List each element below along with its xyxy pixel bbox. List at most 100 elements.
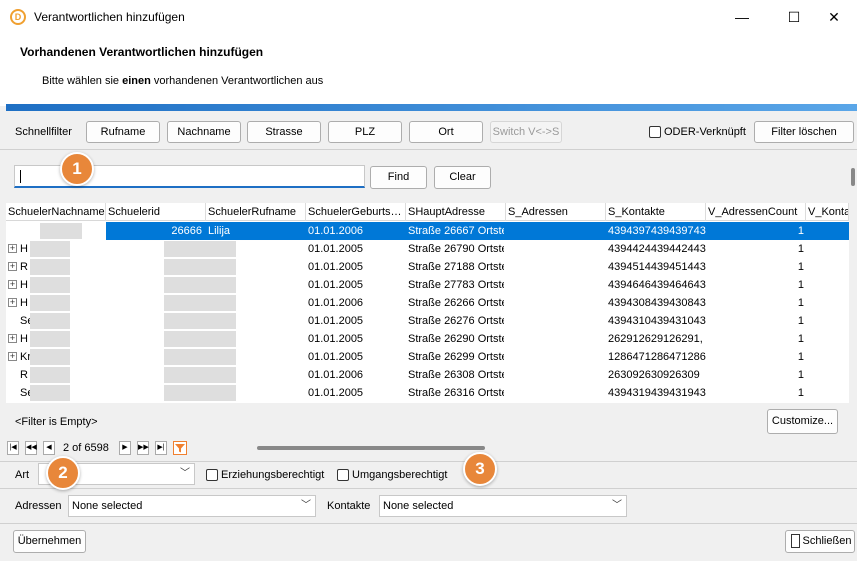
expand-row-icon[interactable]: +: [8, 334, 17, 343]
redacted-id-rufname: [164, 277, 236, 293]
chevron-down-icon: ﹀: [612, 500, 622, 511]
pager-prev-icon[interactable]: ◀: [43, 441, 55, 455]
table-row[interactable]: R 01.01.2006 Straße 26308 Ortste 2630926309…: [6, 366, 849, 384]
kontakte-label: Kontakte: [327, 500, 371, 512]
cell-cnt: 1: [797, 261, 804, 273]
table-row[interactable]: + H 01.01.2005 Straße 27783 Ortste 439464643…: [6, 276, 849, 294]
filter-nachname-button[interactable]: Nachname: [167, 121, 241, 143]
cell-geb: 01.01.2005: [308, 243, 364, 255]
col-header-kontakte[interactable]: S_Kontakte: [606, 203, 706, 221]
header-accent-band: [6, 104, 857, 111]
art-label: Art: [15, 469, 30, 481]
quickfilter-bar: Schnellfilter Rufname Nachname Strasse P…: [0, 112, 857, 150]
cell-adr: Straße 26299 Ortste: [408, 351, 504, 363]
find-button[interactable]: Find: [370, 166, 427, 189]
table-row[interactable]: Se 01.01.2005 Straße 26316 Ortste 439431943…: [6, 384, 849, 402]
col-header-vkontakte[interactable]: V_Konta: [806, 203, 849, 221]
col-header-adressencount[interactable]: V_AdressenCount: [706, 203, 806, 221]
expand-row-icon[interactable]: +: [8, 298, 17, 307]
filter-ort-button[interactable]: Ort: [409, 121, 483, 143]
redacted-id-rufname: [164, 295, 236, 311]
kontakte-combobox[interactable]: None selected ﹀: [379, 495, 627, 517]
table-row[interactable]: + H 01.01.2005 Straße 26290 Ortste 262912629…: [6, 330, 849, 348]
cell-sadr: [508, 222, 604, 240]
col-header-hauptadresse[interactable]: SHauptAdresse: [406, 203, 506, 221]
cell-adr: Straße 26266 Ortste: [408, 297, 504, 309]
filter-strasse-button[interactable]: Strasse: [247, 121, 321, 143]
col-header-adressen[interactable]: S_Adressen: [506, 203, 606, 221]
vertical-scrollbar[interactable]: [851, 168, 855, 186]
cell-geb: 01.01.2005: [308, 351, 364, 363]
redacted-name: [30, 367, 70, 383]
filter-funnel-icon[interactable]: [173, 441, 187, 455]
expand-row-icon[interactable]: +: [8, 280, 17, 289]
cell-sadr: [508, 330, 604, 348]
cell-geb: 01.01.2006: [308, 297, 364, 309]
table-row[interactable]: + R 01.01.2005 Straße 27188 Ortste 439451443…: [6, 258, 849, 276]
erziehungsberechtigt-checkbox[interactable]: [206, 469, 218, 481]
filter-rufname-button[interactable]: Rufname: [86, 121, 160, 143]
cell-cnt: 1: [797, 369, 804, 381]
cell-ruf: Lilija: [208, 225, 231, 237]
close-button[interactable]: ✕: [811, 0, 857, 34]
redacted-name: [30, 385, 70, 401]
subtitle-pre: Bitte wählen sie: [42, 75, 123, 87]
cell-adr: Straße 26290 Ortste: [408, 333, 504, 345]
step-badge-1: 1: [60, 152, 94, 186]
expand-row-icon[interactable]: +: [8, 352, 17, 361]
redacted-name: [40, 223, 82, 239]
col-header-nachname[interactable]: SchuelerNachname: [6, 203, 106, 221]
col-header-geburtsdatum[interactable]: SchuelerGeburts…: [306, 203, 406, 221]
redacted-name: [30, 349, 70, 365]
filter-plz-button[interactable]: PLZ: [328, 121, 402, 143]
horizontal-scrollbar[interactable]: [257, 446, 485, 450]
pager-next-icon[interactable]: ▶: [119, 441, 131, 455]
cell-kont: 262912629126291,: [608, 333, 703, 345]
pager-prev-page-icon[interactable]: ◀◀: [25, 441, 37, 455]
window-title: Verantwortlichen hinzufügen: [34, 10, 185, 24]
cell-geb: 01.01.2006: [308, 225, 364, 237]
customize-button[interactable]: Customize...: [767, 409, 838, 434]
schliessen-button[interactable]: Schließen: [785, 530, 855, 553]
table-row[interactable]: Se 01.01.2005 Straße 26276 Ortste 439431043…: [6, 312, 849, 330]
redacted-name: [30, 277, 70, 293]
redacted-id-rufname: [164, 331, 236, 347]
cell-kont: 263092630926309: [608, 369, 700, 381]
table-header: SchuelerNachname Schuelerid SchuelerRufn…: [6, 203, 849, 221]
cell-cnt: 1: [797, 315, 804, 327]
switch-button[interactable]: Switch V<->S: [490, 121, 562, 143]
table-row[interactable]: 26666 Lilija 01.01.2006 Straße 26667 Ortste…: [6, 222, 849, 240]
expand-row-icon[interactable]: +: [8, 244, 17, 253]
adressen-combobox[interactable]: None selected ﹀: [68, 495, 316, 517]
cell-kont: 4394514439451443: [608, 261, 706, 273]
table-row[interactable]: + H 01.01.2005 Straße 26790 Ortste 439442443…: [6, 240, 849, 258]
cell-geb: 01.01.2005: [308, 333, 364, 345]
separator-2: [0, 488, 857, 489]
filter-clear-button[interactable]: Filter löschen: [754, 121, 854, 143]
chevron-down-icon: ﹀: [301, 500, 311, 511]
pager-first-icon[interactable]: |◀: [7, 441, 19, 455]
app-logo-icon: D: [10, 9, 26, 25]
pager-last-icon[interactable]: ▶|: [155, 441, 167, 455]
cell-adr: Straße 27783 Ortste: [408, 279, 504, 291]
table-row[interactable]: + H 01.01.2006 Straße 26266 Ortste 439430843…: [6, 294, 849, 312]
expand-row-icon[interactable]: +: [8, 262, 17, 271]
clear-search-button[interactable]: Clear: [434, 166, 491, 189]
table-row[interactable]: + Kr 01.01.2005 Straße 26299 Ortste 12864712…: [6, 348, 849, 366]
col-header-rufname[interactable]: SchuelerRufname: [206, 203, 306, 221]
cell-sadr: [508, 366, 604, 384]
cell-geb: 01.01.2005: [308, 387, 364, 399]
redacted-name: [30, 241, 70, 257]
uebernehmen-button[interactable]: Übernehmen: [13, 530, 86, 553]
redacted-id-rufname: [164, 313, 236, 329]
umgangsberechtigt-checkbox[interactable]: [337, 469, 349, 481]
pager-next-page-icon[interactable]: ▶▶: [137, 441, 149, 455]
cell-geb: 01.01.2005: [308, 315, 364, 327]
cell-geb: 01.01.2005: [308, 279, 364, 291]
cell-adr: Straße 27188 Ortste: [408, 261, 504, 273]
minimize-button[interactable]: —: [719, 0, 765, 34]
redacted-name: [30, 331, 70, 347]
col-header-schuelerid[interactable]: Schuelerid: [106, 203, 206, 221]
oder-checkbox[interactable]: [649, 126, 661, 138]
dialog-header: Vorhandenen Verantwortlichen hinzufügen …: [0, 34, 857, 106]
